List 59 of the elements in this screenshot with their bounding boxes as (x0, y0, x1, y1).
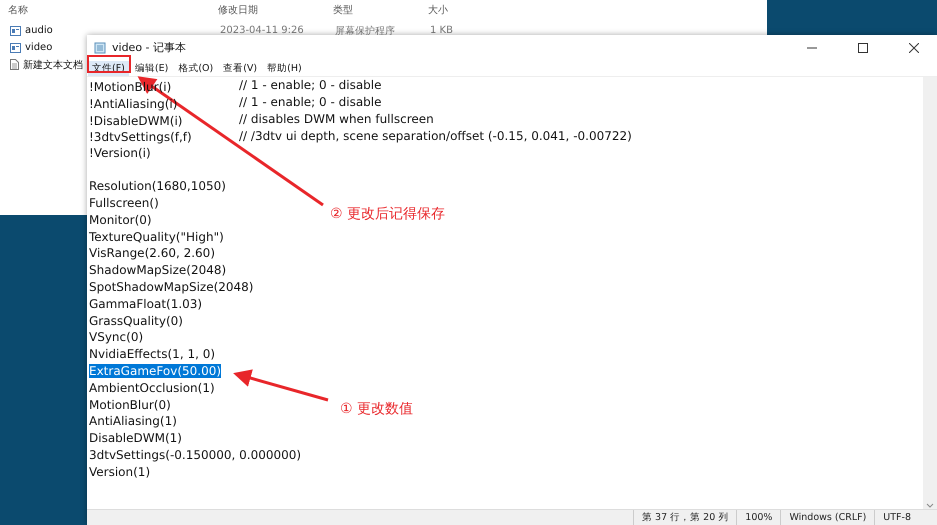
code-line: 3dtvSettings(-0.150000, 0.000000) (89, 448, 302, 462)
close-icon (909, 42, 919, 52)
column-header[interactable]: 修改日期 (218, 3, 333, 19)
document-icon (10, 59, 19, 70)
code-line: SpotShadowMapSize(2048) (89, 280, 254, 294)
column-header[interactable]: 大小 (428, 3, 508, 19)
code-comment: // /3dtv ui depth, scene separation/offset (-0.15, 0.041, -0.00722) (239, 128, 632, 143)
file-type: 屏幕保护程序 (335, 24, 396, 38)
file-name: 新建文本文档 (23, 58, 83, 72)
code-line: !AntiAliasing(i) (89, 96, 178, 111)
file-date: 2023-04-11 9:26 (220, 25, 305, 36)
file-item[interactable]: video (10, 42, 52, 53)
code-line: Fullscreen() (89, 196, 159, 210)
status-text: Windows (CRLF) (780, 510, 874, 525)
file-item[interactable]: 新建文本文档 (10, 58, 83, 72)
code-line: AntiAliasing(1) (89, 414, 177, 428)
code-line: MotionBlur(0) (89, 398, 171, 412)
file-name: audio (25, 25, 53, 36)
code-line: !Version(i) (89, 146, 151, 160)
settings-file-icon (10, 42, 21, 52)
code-line: NvidiaEffects(1, 1, 0) (89, 347, 216, 362)
maximize-icon (858, 42, 868, 52)
notepad-icon (94, 41, 107, 54)
selected-text: ExtraGameFov(50.00) (89, 364, 222, 378)
code-line: GrassQuality(0) (89, 314, 183, 328)
file-size: 1 KB (430, 25, 454, 36)
status-text: UTF-8 (874, 510, 919, 525)
code-line: GammaFloat(1.03) (89, 296, 202, 311)
code-line: AmbientOcclusion(1) (89, 380, 215, 395)
window-title: video - 记事本 (112, 40, 188, 55)
code-line: VisRange(2.60, 2.60) (89, 246, 215, 260)
scrollbar[interactable] (923, 77, 937, 509)
column-header[interactable]: 类型 (333, 3, 428, 19)
code-line: Monitor(0) (89, 212, 152, 227)
menu-item[interactable]: 格式(O) (174, 60, 218, 76)
code-line: !DisableDWM(i) (89, 114, 182, 128)
code-comment: // disables DWM when fullscreen (239, 112, 434, 126)
highlight-frame (87, 55, 131, 73)
menu-item[interactable]: 编辑(E) (130, 60, 172, 76)
annotation-text: ② 更改后记得保存 (330, 205, 446, 223)
code-comment: // 1 - enable; 0 - disable (239, 78, 382, 92)
code-line: TextureQuality("High") (89, 230, 224, 244)
code-comment: // 1 - enable; 0 - disable (239, 95, 382, 110)
code-line: DisableDWM(1) (89, 431, 182, 446)
status-text: 第 37 行，第 20 列 (633, 510, 736, 525)
file-item[interactable]: audio (10, 25, 53, 36)
annotation-text: ① 更改数值 (340, 400, 414, 418)
menu-item[interactable]: 帮助(H) (263, 60, 306, 76)
settings-file-icon (10, 26, 21, 36)
code-line: ShadowMapSize(2048) (89, 263, 226, 278)
scroll-down-icon[interactable] (926, 503, 934, 509)
menu-item[interactable]: 查看(V) (219, 60, 262, 76)
code-line: Version(1) (89, 464, 150, 479)
file-name: video (25, 42, 52, 53)
code-line: VSync(0) (89, 330, 144, 344)
code-line: Resolution(1680,1050) (89, 179, 226, 194)
status-text: 100% (736, 510, 780, 525)
column-header[interactable]: 名称 (8, 3, 218, 19)
code-line: !3dtvSettings(f,f) (89, 130, 192, 144)
